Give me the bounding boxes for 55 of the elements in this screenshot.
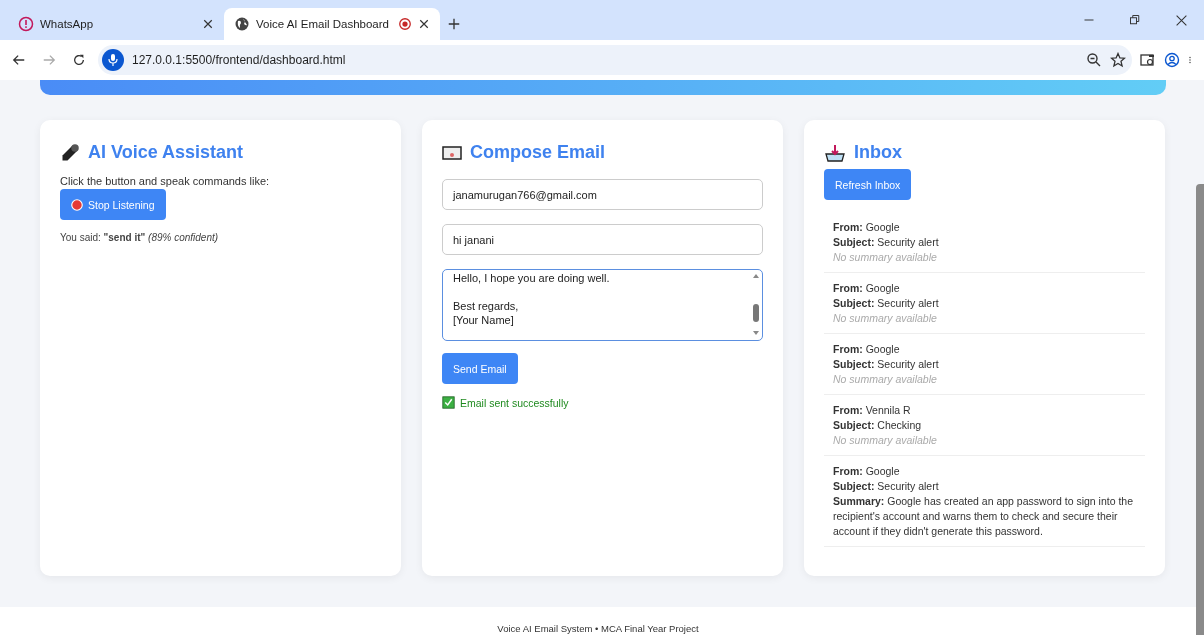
alert-icon: [18, 16, 34, 32]
scrollbar[interactable]: [1196, 184, 1204, 635]
email-item[interactable]: From: Vennila R Subject: Checking No summary available: [824, 395, 1145, 456]
footer-text: Voice AI Email System • MCA Final Year Project: [497, 623, 699, 634]
profile-icon: [1164, 52, 1180, 68]
subject-line: Subject: Security alert: [833, 235, 940, 250]
summary-text: No summary available: [833, 372, 938, 387]
instruction-text: Click the button and speak commands like:: [60, 175, 270, 187]
close-icon: [202, 18, 214, 30]
recognized-speech: You said: "send it" (89% confident): [60, 232, 219, 243]
subject-line: Subject: Checking: [833, 418, 923, 433]
sender-line: From: Google: [833, 281, 901, 296]
address-bar[interactable]: 127.0.0.1:5500/frontend/dashboard.html: [98, 45, 1132, 75]
status-message: Email sent successfully: [460, 396, 569, 409]
email-item[interactable]: From: Google Subject: Security alert No summary available: [824, 273, 1145, 334]
card-title: Compose Email: [470, 142, 606, 163]
forward-icon: [42, 53, 56, 67]
restore-icon: [1129, 14, 1141, 26]
sender-line: From: Vennila R: [833, 403, 912, 418]
inbox-tray-icon: [824, 143, 846, 162]
card-title: Inbox: [854, 142, 902, 163]
summary-text: Summary: Google has created an app password to sign into the recipient's account and warns them to check and secure their account if they didn't generate this password.: [833, 494, 1135, 539]
recipient-field[interactable]: janamurugan766@gmail.com: [442, 179, 763, 210]
email-item[interactable]: From: Google Subject: Security alert No summary available: [824, 212, 1145, 273]
close-icon: [1174, 13, 1188, 27]
summary-text: No summary available: [833, 311, 938, 326]
subject-line: Subject: Security alert: [833, 479, 940, 494]
star-icon: [1110, 52, 1126, 68]
back-icon: [12, 53, 26, 67]
sender-line: From: Google: [833, 342, 901, 357]
subject-line: Subject: Security alert: [833, 296, 940, 311]
close-icon: [418, 18, 430, 30]
summary-text: No summary available: [833, 433, 938, 448]
new-tab-icon: [447, 17, 461, 31]
browser-tab[interactable]: Voice AI Email Dashboard: [224, 8, 440, 40]
url-text: 127.0.0.1:5500/frontend/dashboard.html: [132, 53, 347, 67]
subject-field[interactable]: hi janani: [442, 224, 763, 255]
recording-icon: [71, 198, 83, 211]
sender-line: From: Google: [833, 464, 901, 479]
check-icon: [442, 396, 455, 409]
card-title: AI Voice Assistant: [88, 142, 244, 163]
stop-listening-button[interactable]: Stop Listening: [60, 189, 166, 220]
envelope-icon: [442, 144, 462, 161]
send-email-button[interactable]: Send Email: [442, 353, 518, 384]
zoom-out-icon: [1086, 52, 1102, 68]
search-page-icon: [1140, 52, 1156, 68]
sender-line: From: Google: [833, 220, 901, 235]
browser-tab[interactable]: WhatsApp: [8, 8, 224, 40]
email-item[interactable]: From: Google Subject: Security alert No summary available: [824, 334, 1145, 395]
reload-icon: [72, 53, 86, 67]
summary-text: No summary available: [833, 250, 938, 265]
subject-line: Subject: Security alert: [833, 357, 940, 372]
refresh-inbox-button[interactable]: Refresh Inbox: [824, 169, 912, 200]
globe-icon: [234, 16, 250, 32]
message-field[interactable]: Hello, I hope you are doing well. Best regards, [Your Name]: [442, 269, 763, 341]
